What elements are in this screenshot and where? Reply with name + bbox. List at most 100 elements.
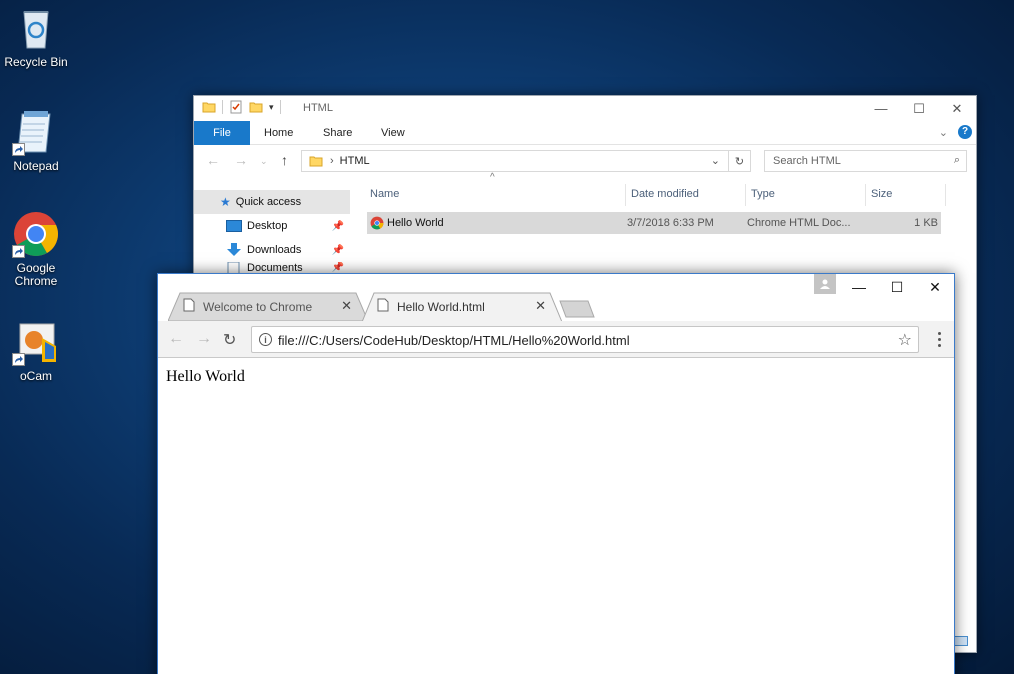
desktop-icon-ocam[interactable]: oCam — [0, 318, 72, 383]
explorer-address-row: ← → ⌄ ↑ › HTML ⌄ ↻ Search HTML ⌕ — [194, 145, 976, 175]
ocam-icon — [12, 318, 60, 366]
profile-avatar-icon[interactable] — [814, 274, 836, 294]
column-header-name[interactable]: Name — [370, 176, 399, 202]
chrome-title-bar[interactable]: — ☐ ✕ Welcome to Chrome ✕ Hello World.ht… — [158, 274, 954, 321]
close-tab-icon[interactable]: ✕ — [341, 298, 352, 314]
new-tab-button[interactable] — [558, 300, 598, 318]
ribbon-tab-share[interactable]: Share — [323, 121, 352, 145]
explorer-title-bar[interactable]: ▾ HTML — ☐ ✕ — [194, 96, 976, 121]
tab-title: Welcome to Chrome — [203, 300, 313, 314]
explorer-search-box[interactable]: Search HTML ⌕ — [764, 150, 967, 172]
reload-icon[interactable]: ↻ — [223, 330, 236, 350]
nav-item-label: Downloads — [247, 244, 302, 256]
chrome-logo-icon — [12, 210, 60, 258]
desktop-icon-label: Google Chrome — [14, 261, 58, 288]
desktop-icon-notepad[interactable]: Notepad — [0, 108, 72, 173]
column-header-type[interactable]: Type — [751, 176, 775, 202]
page-content: Hello World — [158, 358, 954, 674]
column-separator — [745, 184, 746, 206]
breadcrumb-html[interactable]: HTML — [340, 155, 370, 167]
explorer-window-title: HTML — [303, 102, 333, 114]
ribbon-right-controls: ⌄ ? — [939, 125, 972, 139]
nav-item-desktop[interactable]: Desktop 📌 — [194, 214, 350, 238]
shortcut-arrow-icon — [12, 353, 25, 366]
search-icon: ⌕ — [953, 154, 960, 166]
tab-title: Hello World.html — [397, 300, 485, 314]
search-placeholder: Search HTML — [773, 155, 841, 167]
up-arrow-icon[interactable]: ↑ — [281, 152, 288, 168]
breadcrumb-separator-icon: › — [330, 155, 334, 167]
chrome-toolbar: ← → ↻ i file:///C:/Users/CodeHub/Desktop… — [158, 321, 954, 358]
notepad-icon — [12, 108, 60, 156]
nav-item-label: Desktop — [247, 220, 288, 232]
menu-kebab-icon[interactable] — [938, 332, 942, 350]
bookmark-star-icon[interactable]: ☆ — [898, 330, 912, 350]
star-icon: ★ — [220, 195, 231, 209]
file-row[interactable]: Hello World 3/7/2018 6:33 PM Chrome HTML… — [367, 212, 941, 234]
explorer-window-controls: — ☐ ✕ — [862, 96, 976, 121]
desktop-icon-recycle-bin[interactable]: Recycle Bin — [0, 4, 72, 69]
forward-arrow-icon[interactable]: → — [234, 152, 248, 168]
minimize-button[interactable]: — — [862, 96, 900, 121]
nav-item-quick-access[interactable]: ★ Quick access — [194, 190, 350, 214]
page-body-text: Hello World — [166, 368, 245, 385]
column-separator — [945, 184, 946, 206]
tab-hello-world[interactable]: Hello World.html ✕ — [362, 292, 562, 321]
desktop-icon-google-chrome[interactable]: Google Chrome — [0, 210, 72, 288]
expand-ribbon-icon[interactable]: ⌄ — [939, 126, 948, 139]
page-icon — [183, 298, 195, 312]
file-size: 1 KB — [914, 217, 938, 229]
maximize-button[interactable]: ☐ — [900, 96, 938, 121]
ribbon-tab-view[interactable]: View — [381, 121, 405, 145]
address-bar[interactable]: i file:///C:/Users/CodeHub/Desktop/HTML/… — [251, 326, 919, 353]
address-url: file:///C:/Users/CodeHub/Desktop/HTML/He… — [278, 333, 630, 348]
help-icon[interactable]: ? — [958, 125, 972, 139]
info-icon[interactable]: i — [259, 333, 272, 346]
sort-ascending-icon: ^ — [490, 172, 495, 183]
recent-locations-icon[interactable]: ⌄ — [260, 156, 268, 167]
close-button[interactable]: ✕ — [938, 96, 976, 121]
page-icon — [377, 298, 389, 312]
file-type: Chrome HTML Doc... — [747, 217, 851, 229]
properties-icon[interactable] — [229, 100, 243, 114]
desktop-folder-icon — [226, 220, 242, 232]
details-view-icon[interactable] — [954, 636, 968, 646]
desktop-icon-label: Recycle Bin — [4, 55, 68, 69]
ribbon-tab-home[interactable]: Home — [264, 121, 293, 145]
explorer-ribbon: File Home Share View ⌄ ? — [194, 121, 976, 145]
download-arrow-icon — [227, 243, 241, 256]
shortcut-arrow-icon — [12, 245, 25, 258]
new-folder-icon[interactable] — [249, 100, 263, 114]
column-separator — [865, 184, 866, 206]
explorer-address-bar[interactable]: › HTML ⌄ ↻ — [301, 150, 751, 172]
recycle-bin-icon — [12, 4, 60, 52]
column-header-date-modified[interactable]: Date modified — [631, 176, 699, 202]
shortcut-arrow-icon — [12, 143, 25, 156]
forward-arrow-icon[interactable]: → — [196, 330, 212, 348]
column-header-size[interactable]: Size — [871, 176, 892, 202]
address-dropdown-icon[interactable]: ⌄ — [711, 154, 720, 167]
quick-access-toolbar: ▾ — [202, 100, 281, 114]
customize-toolbar-icon[interactable]: ▾ — [269, 102, 274, 113]
pin-icon[interactable]: 📌 — [332, 262, 344, 273]
refresh-icon[interactable]: ↻ — [728, 151, 750, 171]
pin-icon[interactable]: 📌 — [332, 221, 344, 232]
nav-item-downloads[interactable]: Downloads 📌 — [194, 238, 350, 262]
back-arrow-icon[interactable]: ← — [168, 330, 184, 348]
file-name: Hello World — [387, 217, 444, 229]
pin-icon[interactable]: 📌 — [332, 245, 344, 256]
chrome-browser-window[interactable]: — ☐ ✕ Welcome to Chrome ✕ Hello World.ht… — [157, 273, 955, 674]
desktop-icon-label: Notepad — [13, 159, 59, 173]
tab-welcome-to-chrome[interactable]: Welcome to Chrome ✕ — [168, 292, 368, 321]
back-arrow-icon[interactable]: ← — [206, 152, 220, 168]
chrome-tab-strip: Welcome to Chrome ✕ Hello World.html ✕ — [168, 292, 948, 321]
close-tab-icon[interactable]: ✕ — [535, 298, 546, 314]
chrome-html-file-icon — [370, 216, 384, 230]
column-separator — [625, 184, 626, 206]
folder-icon[interactable] — [202, 100, 216, 114]
nav-item-label: Quick access — [235, 196, 302, 208]
ribbon-tab-file[interactable]: File — [194, 121, 250, 145]
file-date-modified: 3/7/2018 6:33 PM — [627, 217, 714, 229]
folder-icon — [309, 156, 323, 167]
desktop-icon-label: oCam — [19, 369, 52, 383]
